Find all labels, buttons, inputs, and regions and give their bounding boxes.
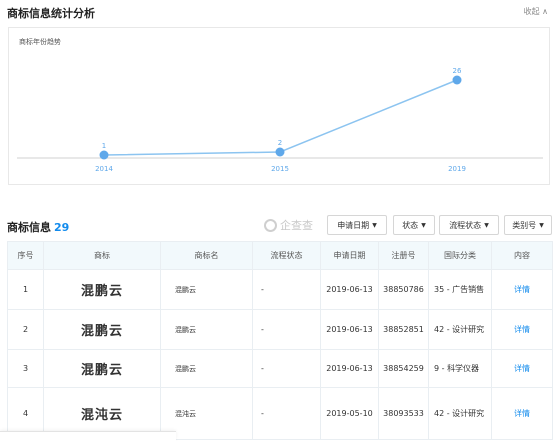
row-index: 3 xyxy=(7,349,44,388)
x-tick-label: 2019 xyxy=(448,165,466,173)
col-header: 流程状态 xyxy=(252,241,321,270)
col-header: 序号 xyxy=(7,241,44,270)
flow-status: - xyxy=(252,269,321,310)
detail-link[interactable]: 详情 xyxy=(491,387,553,440)
section-title: 商标信息统计分析 xyxy=(7,7,95,20)
data-point xyxy=(275,147,285,157)
chevron-up-icon: ∧ xyxy=(542,7,548,16)
filter-status[interactable]: 状态 ▼ xyxy=(393,215,435,235)
trademark-header: 商标信息 29 企查查 申请日期 ▼ 状态 ▼ 流程状态 ▼ 类别号 ▼ xyxy=(7,214,552,236)
intl-class: 42 - 设计研究 xyxy=(428,309,492,350)
detail-link[interactable]: 详情 xyxy=(491,309,553,350)
col-header: 商标 xyxy=(43,241,161,270)
row-index: 2 xyxy=(7,309,44,350)
trademark-title-text: 商标信息 xyxy=(7,221,51,234)
intl-class: 9 - 科学仪器 xyxy=(428,349,492,388)
apply-date: 2019-06-13 xyxy=(320,349,379,388)
detail-link[interactable]: 详情 xyxy=(491,349,553,388)
table-row: 2 混鹏云 混鹏云 - 2019-06-13 38852851 42 - 设计研… xyxy=(7,309,553,350)
filter-label: 类别号 xyxy=(512,220,537,230)
col-header: 注册号 xyxy=(378,241,429,270)
data-point xyxy=(99,150,109,160)
caret-down-icon: ▼ xyxy=(539,221,544,229)
col-header: 商标名 xyxy=(160,241,253,270)
row-index: 1 xyxy=(7,269,44,310)
stats-section-header: 商标信息统计分析 收起 ∧ xyxy=(7,5,548,21)
bottom-overlay-bar xyxy=(0,431,176,441)
x-tick-label: 2015 xyxy=(271,165,289,173)
trademark-image[interactable]: 混鹏云 xyxy=(43,269,161,310)
col-header: 申请日期 xyxy=(320,241,379,270)
trademark-image[interactable]: 混鹏云 xyxy=(43,309,161,350)
flow-status: - xyxy=(252,349,321,388)
table-row: 3 混鹏云 混鹏云 - 2019-06-13 38854259 9 - 科学仪器… xyxy=(7,349,553,388)
reg-number: 38093533 xyxy=(378,387,429,440)
filter-label: 状态 xyxy=(402,220,419,230)
trademark-table: 序号 商标 商标名 流程状态 申请日期 注册号 国际分类 内容 1 混鹏云 混鹏… xyxy=(7,241,553,440)
trademark-count: 29 xyxy=(54,221,70,234)
reg-number: 38852851 xyxy=(378,309,429,350)
reg-number: 38854259 xyxy=(378,349,429,388)
apply-date: 2019-06-13 xyxy=(320,309,379,350)
filter-class-no[interactable]: 类别号 ▼ xyxy=(504,215,552,235)
caret-down-icon: ▼ xyxy=(421,221,426,229)
data-point xyxy=(452,75,462,85)
collapse-label: 收起 xyxy=(523,7,540,16)
filter-label: 流程状态 xyxy=(449,220,482,230)
flow-status: - xyxy=(252,387,321,440)
trademark-image[interactable]: 混鹏云 xyxy=(43,349,161,388)
table-header-row: 序号 商标 商标名 流程状态 申请日期 注册号 国际分类 内容 xyxy=(7,241,553,270)
collapse-toggle[interactable]: 收起 ∧ xyxy=(524,6,548,17)
caret-down-icon: ▼ xyxy=(372,221,377,229)
trend-chart-svg: 1 2014 2 2015 26 2019 xyxy=(17,67,543,173)
trademark-name: 混鹏云 xyxy=(160,269,253,310)
col-header: 国际分类 xyxy=(428,241,492,270)
trademark-name: 混鹏云 xyxy=(160,349,253,388)
apply-date: 2019-05-10 xyxy=(320,387,379,440)
qcc-logo-icon xyxy=(264,218,277,232)
trend-chart: 商标年份趋势 1 2014 2 2015 26 2019 xyxy=(8,27,550,185)
trademark-title: 商标信息 29 xyxy=(7,219,69,235)
watermark: 企查查 xyxy=(264,217,313,233)
filter-flow-status[interactable]: 流程状态 ▼ xyxy=(439,215,499,235)
reg-number: 38850786 xyxy=(378,269,429,310)
trademark-name: 混鹏云 xyxy=(160,309,253,350)
col-header: 内容 xyxy=(491,241,553,270)
x-tick-label: 2014 xyxy=(95,165,113,173)
data-label: 26 xyxy=(453,67,462,75)
data-label: 1 xyxy=(102,142,106,150)
intl-class: 35 - 广告销售 xyxy=(428,269,492,310)
filter-apply-date[interactable]: 申请日期 ▼ xyxy=(327,215,387,235)
flow-status: - xyxy=(252,309,321,350)
apply-date: 2019-06-13 xyxy=(320,269,379,310)
table-row: 1 混鹏云 混鹏云 - 2019-06-13 38850786 35 - 广告销… xyxy=(7,269,553,310)
caret-down-icon: ▼ xyxy=(484,221,489,229)
intl-class: 42 - 设计研究 xyxy=(428,387,492,440)
filter-label: 申请日期 xyxy=(337,220,370,230)
data-label: 2 xyxy=(278,139,282,147)
watermark-text: 企查查 xyxy=(280,219,313,232)
detail-link[interactable]: 详情 xyxy=(491,269,553,310)
